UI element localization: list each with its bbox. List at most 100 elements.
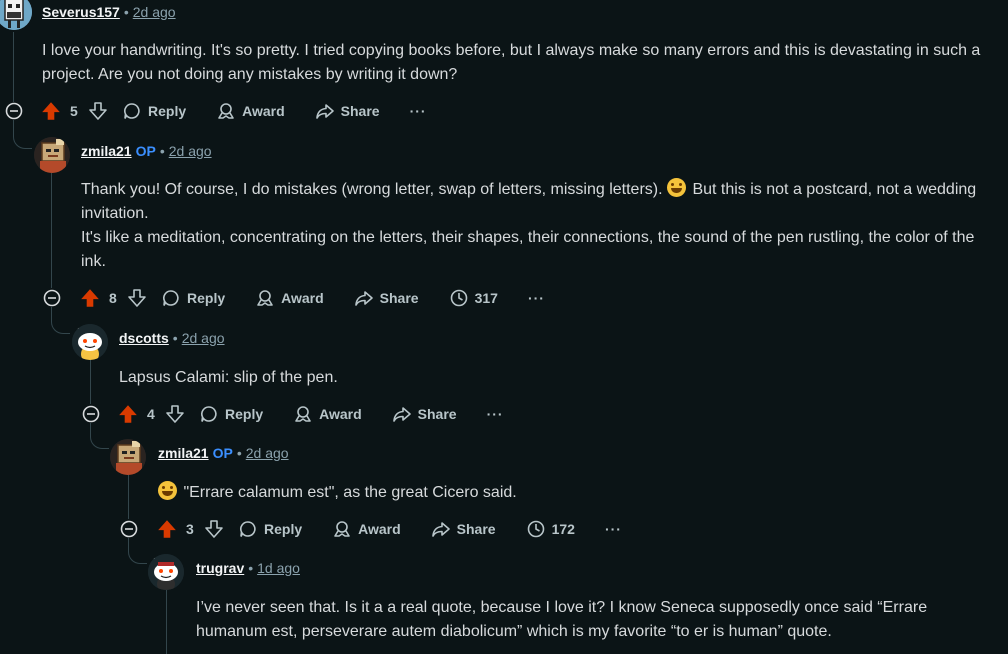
views-stat: 317 xyxy=(449,288,498,308)
collapse-button[interactable] xyxy=(82,405,100,423)
share-arrow-icon xyxy=(392,407,411,422)
timestamp-link[interactable]: 2d ago xyxy=(169,143,212,159)
avatar[interactable] xyxy=(72,324,108,360)
more-options-button[interactable]: ··· xyxy=(487,406,504,422)
reply-label: Reply xyxy=(148,103,187,119)
comment-body: "Errare calamum est", as the great Cicer… xyxy=(158,481,988,505)
award-label: Award xyxy=(281,290,324,306)
reply-bubble-icon xyxy=(240,521,256,537)
author-link[interactable]: Severus157 xyxy=(42,4,120,20)
vote-controls: 5 xyxy=(40,100,108,122)
share-button[interactable]: Share xyxy=(354,288,419,308)
comment-body: I love your handwriting. It's so pretty.… xyxy=(42,39,992,87)
share-label: Share xyxy=(417,406,457,422)
collapse-button[interactable] xyxy=(120,520,138,538)
share-label: Share xyxy=(379,290,419,306)
comment-text: Thank you! Of course, I do mistakes (wro… xyxy=(81,178,996,226)
comment-text: Lapsus Calami: slip of the pen. xyxy=(119,369,338,386)
views-count: 172 xyxy=(551,521,575,537)
timestamp-link[interactable]: 2d ago xyxy=(133,4,176,20)
collapse-icon xyxy=(5,102,23,120)
collapse-icon xyxy=(82,405,100,423)
share-arrow-icon xyxy=(431,522,450,537)
vote-count: 8 xyxy=(109,290,117,306)
award-button[interactable]: Award xyxy=(332,519,401,539)
comment-meta: dscotts • 2d ago xyxy=(119,328,225,348)
views-stat: 172 xyxy=(526,519,575,539)
thread-curve xyxy=(51,315,70,334)
thread-line xyxy=(128,472,129,519)
vote-count: 4 xyxy=(147,406,155,422)
more-options-button[interactable]: ··· xyxy=(605,521,622,537)
award-button[interactable]: Award xyxy=(255,288,324,308)
avatar[interactable] xyxy=(110,439,146,475)
more-options-button[interactable]: ··· xyxy=(410,103,427,119)
avatar[interactable] xyxy=(0,0,32,30)
zmila-avatar-icon xyxy=(34,137,70,173)
more-options-button[interactable]: ··· xyxy=(528,290,545,306)
reply-bubble-icon xyxy=(163,290,179,306)
share-button[interactable]: Share xyxy=(315,101,380,121)
avatar[interactable] xyxy=(34,137,70,173)
share-label: Share xyxy=(456,521,496,537)
reply-button[interactable]: Reply xyxy=(199,404,263,424)
author-link[interactable]: zmila21 xyxy=(81,143,132,159)
author-link[interactable]: trugrav xyxy=(196,560,244,576)
collapse-button[interactable] xyxy=(5,102,23,120)
award-button[interactable]: Award xyxy=(293,404,362,424)
downvote-icon[interactable] xyxy=(165,404,185,424)
thread-line xyxy=(166,590,167,654)
comment-body: Lapsus Calami: slip of the pen. xyxy=(119,366,989,390)
award-button[interactable]: Award xyxy=(216,101,285,121)
avatar[interactable] xyxy=(148,554,184,590)
comment-text: I love your handwriting. It's so pretty.… xyxy=(42,42,981,83)
share-arrow-icon xyxy=(315,104,334,119)
snoo-avatar-icon xyxy=(72,324,108,360)
downvote-icon[interactable] xyxy=(88,101,108,121)
award-label: Award xyxy=(319,406,362,422)
reply-button[interactable]: Reply xyxy=(122,101,186,121)
award-icon xyxy=(295,406,311,422)
upvote-icon[interactable] xyxy=(156,518,178,540)
reply-label: Reply xyxy=(225,406,264,422)
thread-line xyxy=(90,358,91,404)
grinning-emoji-icon xyxy=(667,178,686,197)
vote-count: 3 xyxy=(186,521,194,537)
comment-meta: Severus157 • 2d ago xyxy=(42,2,176,22)
thread-curve xyxy=(128,545,147,564)
comment-thread: Severus157 • 2d ago I love your handwritin… xyxy=(0,0,1008,654)
views-icon xyxy=(527,520,544,538)
upvote-icon[interactable] xyxy=(40,100,62,122)
share-arrow-icon xyxy=(354,291,373,306)
timestamp-link[interactable]: 2d ago xyxy=(246,445,289,461)
collapse-button[interactable] xyxy=(43,289,61,307)
grinning-emoji-icon xyxy=(158,481,177,500)
zmila-avatar-icon xyxy=(110,439,146,475)
comment-meta: zmila21 OP • 2d ago xyxy=(158,443,289,463)
share-button[interactable]: Share xyxy=(392,404,457,424)
separator-dot: • xyxy=(236,445,242,461)
comment-body: Thank you! Of course, I do mistakes (wro… xyxy=(81,178,996,274)
author-link[interactable]: zmila21 xyxy=(158,445,209,461)
share-button[interactable]: Share xyxy=(431,519,496,539)
thread-curve xyxy=(13,130,32,149)
downvote-icon[interactable] xyxy=(204,519,224,539)
views-icon xyxy=(450,289,467,307)
timestamp-link[interactable]: 2d ago xyxy=(182,330,225,346)
downvote-icon[interactable] xyxy=(127,288,147,308)
comment-actions: 4 Reply Award Share ··· xyxy=(117,398,504,430)
op-badge: OP xyxy=(135,143,156,159)
share-label: Share xyxy=(340,103,380,119)
separator-dot: • xyxy=(172,330,178,346)
separator-dot: • xyxy=(248,560,254,576)
author-link[interactable]: dscotts xyxy=(119,330,169,346)
timestamp-link[interactable]: 1d ago xyxy=(257,560,300,576)
upvote-icon[interactable] xyxy=(79,287,101,309)
collapse-icon xyxy=(43,289,61,307)
reply-button[interactable]: Reply xyxy=(161,288,225,308)
upvote-icon[interactable] xyxy=(117,403,139,425)
reply-button[interactable]: Reply xyxy=(238,519,302,539)
reply-label: Reply xyxy=(264,521,303,537)
separator-dot: • xyxy=(159,143,165,159)
comment-actions: 8 Reply Award Share 317 ··· xyxy=(79,282,545,314)
